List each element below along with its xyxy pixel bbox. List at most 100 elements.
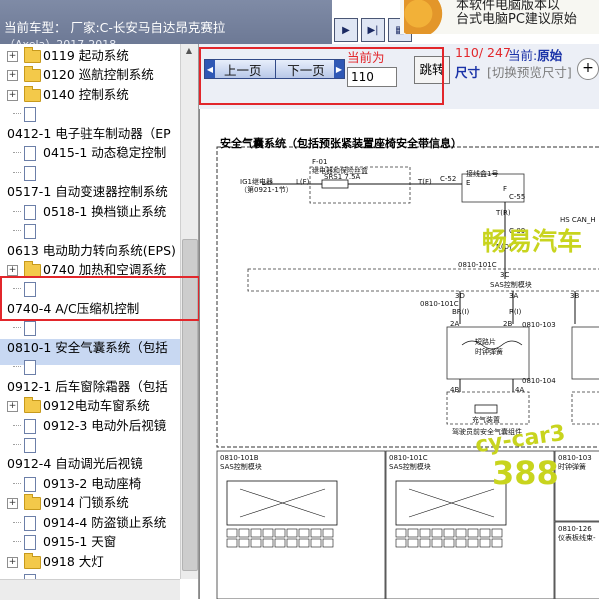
expand-icon[interactable]: + [7,51,18,62]
diagram-label: 时钟弹簧 [475,348,503,356]
document-icon [24,438,36,453]
tree-item[interactable]: +0912电动车窗系统 [0,396,180,415]
tree-item-label: 0918 大灯 [43,553,104,569]
tree-connector [13,444,21,445]
expand-icon[interactable]: + [7,89,18,101]
mascot-logo [404,0,452,34]
diagram-label: SAS控制模块 [490,281,532,289]
document-icon [24,107,36,123]
tree-connector [13,482,21,484]
diagram-label: R(I) [509,308,522,316]
diagram-label: 2A [450,320,460,328]
diagram-label: SRS1 7.5A [324,173,361,181]
diagram-label: 4B [450,386,460,394]
diagram-label: 3B [570,292,580,300]
tree-connector [13,366,21,368]
document-icon [24,224,36,240]
watermark-number: 388 [492,454,559,492]
tree-item-label: 0517-1 自动变速器控制系统 [7,184,168,200]
folder-icon [24,66,41,83]
tree-item[interactable] [0,221,180,240]
diagram-label: L(F) [296,178,310,186]
current-mode-value: 原始 [537,48,563,63]
tree-item[interactable]: 0912-1 后车窗除霜器（包括 [0,377,180,396]
diagram-label: 3C [500,271,510,279]
document-icon [24,535,36,551]
folder-icon [24,47,41,63]
scroll-up-icon[interactable]: ▲ [182,46,196,58]
tree-item[interactable]: +0120 巡航控制系统 [0,65,180,84]
tree-item[interactable]: +0914 门锁系统 [0,493,180,512]
page-count: 110/ 247 [455,45,511,60]
toggle-preview-size-link[interactable]: [切换预览尺寸] [487,62,572,81]
diagram-label: 2B [503,320,513,328]
toolbar-annotation-box [199,47,444,105]
connector-label: 0810-101B [220,454,259,462]
tree-connector [13,541,21,543]
tree-item-label: 0412-1 电子驻车制动器（EP [7,125,171,141]
tree-item[interactable] [0,318,180,337]
folder-icon [24,494,41,511]
tree-item[interactable] [0,104,180,123]
tree-item[interactable] [0,435,180,454]
tree-item[interactable]: 0517-1 自动变速器控制系统 [0,182,180,201]
tree-item[interactable]: +0119 起动系统 [0,46,180,65]
tree-item[interactable]: 0415-1 动态稳定控制 [0,143,180,162]
diagram-label: 充气装置 [472,416,500,424]
tree-item[interactable]: 0412-1 电子驻车制动器（EP [0,124,180,143]
tree-item[interactable]: 0912-3 电动外后视镜 [0,416,180,435]
vehicle-header: 当前车型： 厂家:C-长安马自达昂克赛拉 （Axela）2017-2018 [0,0,332,44]
diagram-label: 3D [455,292,465,300]
folder-icon [24,85,41,102]
sidebar-tree: +0119 起动系统 +0120 巡航控制系统 +0140 控制系统 0412-1 电… [0,44,199,599]
tree-item[interactable]: 0913-2 电动座椅 [0,474,180,493]
diagram-label: T(R) [496,209,511,217]
connector-label: SAS控制模块 [389,463,431,471]
tree-item[interactable] [0,163,180,182]
tree-item[interactable]: 0912-4 自动调光后视镜 [0,454,180,473]
tree-item[interactable]: +0918 大灯 [0,552,180,571]
folder-icon [24,260,41,277]
tree-item-label: 0914 门锁系统 [43,495,129,511]
tree-item-label: 0912-3 电动外后视镜 [43,417,167,433]
tree-item[interactable]: 0915-1 天窗 [0,532,180,551]
tree-item[interactable]: 0914-4 防盗锁止系统 [0,513,180,532]
tree-item-label: 0518-1 换档锁止系统 [43,203,167,219]
tree-connector [13,327,21,329]
diagram-label: 短路片 [475,338,496,346]
expand-icon[interactable]: + [7,556,18,568]
document-icon [24,146,36,162]
horizontal-scrollbar[interactable] [0,579,180,600]
tree-item-label: 0912-4 自动调光后视镜 [7,456,143,472]
diagram-label: F-01 [312,158,328,166]
play-icon[interactable]: ▶ [334,18,358,42]
document-icon [24,204,36,220]
tree-item[interactable]: 0518-1 换档锁止系统 [0,202,180,221]
banner-line-2: 台式电脑PC建议原始 [456,12,577,27]
expand-icon[interactable]: + [7,264,18,276]
tree-connector [13,210,21,212]
tree-connector [13,152,21,154]
diagram-label: 0810-103 [522,321,556,329]
tree-connector [13,424,21,426]
expand-icon[interactable]: + [7,70,18,82]
tree-item[interactable]: 0810-1 安全气囊系统（包括 [0,338,180,357]
tree-item-label: 0140 控制系统 [43,86,129,102]
tree-item[interactable] [0,357,180,376]
selection-annotation-box [0,276,200,321]
tree-item[interactable]: +0140 控制系统 [0,85,180,104]
step-icon[interactable]: ▶| [361,18,385,42]
tree-item-label: 0120 巡航控制系统 [43,67,154,83]
diagram-label: F [503,185,508,193]
wiring-diagram: 安全气囊系统（包括预张紧装置座椅安全带信息） F-01 继电器和保险丝盒 SRS… [199,109,599,599]
diagram-label: 0810-101C [458,261,497,269]
tree-item[interactable]: 0613 电动助力转向系统(EPS) [0,241,180,260]
tree-item-label: 0119 起动系统 [43,48,129,63]
expand-icon[interactable]: + [7,401,18,413]
diagram-label: C-52 [440,175,457,183]
folder-icon [24,552,41,569]
diagram-label: 接线盒1号 [466,170,499,178]
document-icon [24,476,36,492]
zoom-in-icon[interactable]: + [577,58,599,80]
expand-icon[interactable]: + [7,498,18,510]
